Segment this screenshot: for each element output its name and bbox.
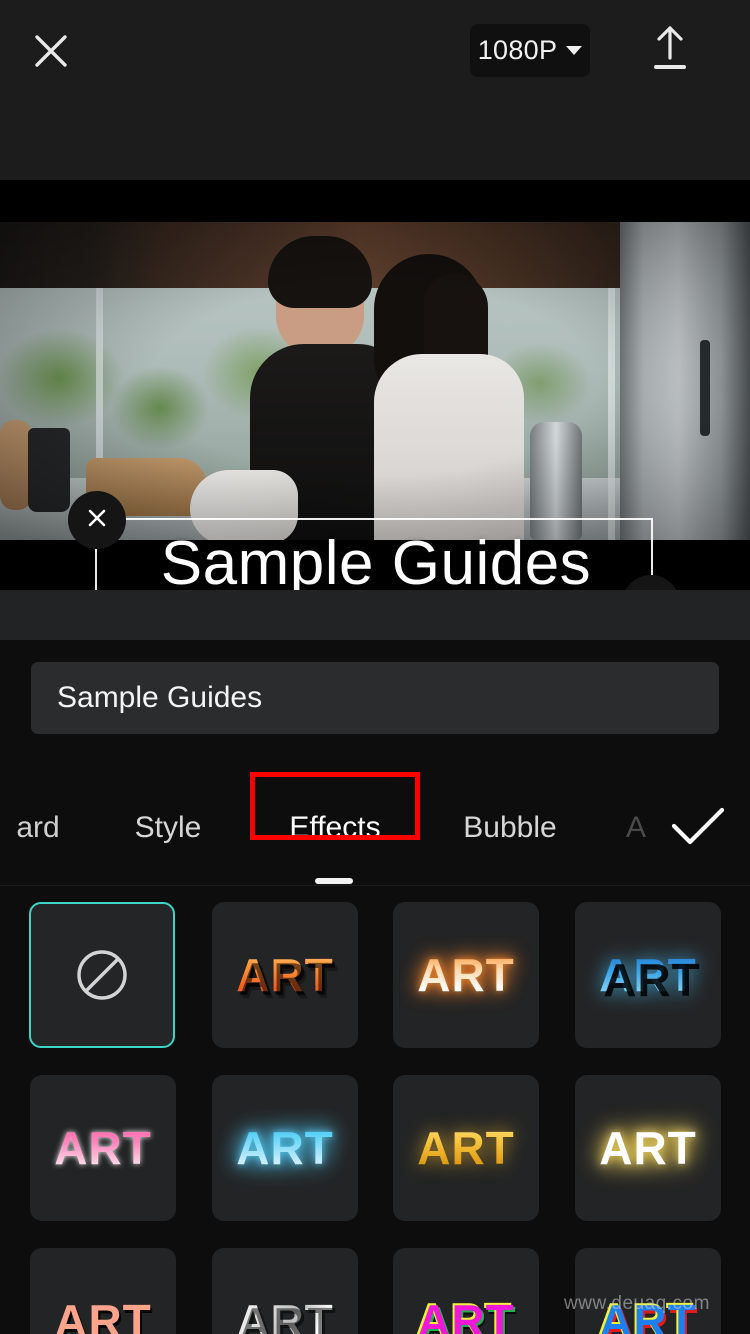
effect-preview-label: ART xyxy=(417,1122,515,1174)
effect-preview-label: ART xyxy=(417,1295,515,1334)
upload-icon xyxy=(646,22,694,79)
video-preview-stage[interactable]: Sample Guides xyxy=(0,180,750,590)
effect-cell-magenta-outline[interactable]: ART xyxy=(393,1248,539,1334)
confirm-button[interactable] xyxy=(664,803,732,855)
resolution-button[interactable]: 1080P xyxy=(470,24,590,77)
effect-cell-none[interactable] xyxy=(29,902,175,1048)
effect-cell-ice-blue-glow[interactable]: ART xyxy=(212,1075,358,1221)
effect-preview-label: ART xyxy=(599,1295,697,1334)
no-effect-icon xyxy=(73,946,131,1004)
chevron-down-icon xyxy=(566,46,583,55)
text-input-field[interactable]: Sample Guides xyxy=(31,662,719,734)
top-toolbar: 1080P xyxy=(0,0,750,180)
effect-cell-pink-gradient[interactable]: ART xyxy=(30,1075,176,1221)
tab-label: Style xyxy=(134,811,202,844)
overlay-text: Sample Guides xyxy=(160,529,592,590)
effect-preview-label: ART xyxy=(236,1122,334,1174)
text-editor-panel: Sample Guides ard Style Effects Bubble A xyxy=(0,640,750,1334)
effect-preview-label: ART xyxy=(599,1122,697,1174)
effect-cell-white-orange-glow[interactable]: ART xyxy=(393,902,539,1048)
tab-style[interactable]: Style xyxy=(104,788,232,868)
editor-tab-bar: ard Style Effects Bubble A xyxy=(0,788,750,868)
tab-bar-divider xyxy=(0,885,750,886)
tab-bubble[interactable]: Bubble xyxy=(440,788,580,868)
text-selection-box[interactable]: Sample Guides xyxy=(68,491,680,590)
close-icon xyxy=(84,505,110,536)
active-tab-indicator xyxy=(315,878,353,884)
effect-cell-blue-chromatic[interactable]: ART xyxy=(575,1248,721,1334)
text-input-value: Sample Guides xyxy=(57,681,263,714)
check-icon xyxy=(668,804,728,855)
tab-animation[interactable]: A xyxy=(615,788,657,868)
effect-cell-blue-gradient[interactable]: ART xyxy=(575,902,721,1048)
delete-text-handle[interactable] xyxy=(68,491,126,549)
tab-label: Effects xyxy=(289,811,381,844)
video-frame xyxy=(0,222,750,540)
tab-label: Bubble xyxy=(463,811,557,844)
tab-label: ard xyxy=(16,811,60,844)
effects-grid: ART ART ART ART ART ART ART ART ART ART … xyxy=(0,888,750,1334)
effect-preview-label: ART xyxy=(236,949,334,1001)
export-button[interactable] xyxy=(643,22,697,78)
effect-preview-label: ART xyxy=(236,1294,334,1334)
effect-preview-label: ART xyxy=(54,1295,152,1334)
tab-label: A xyxy=(625,811,646,844)
resolution-label: 1080P xyxy=(477,35,558,65)
close-icon xyxy=(29,29,73,73)
tab-keyboard[interactable]: ard xyxy=(0,788,94,868)
effect-preview-label: ART xyxy=(599,949,697,1001)
effect-cell-grunge-white[interactable]: ART xyxy=(212,1248,358,1334)
effect-cell-gold-glitter[interactable]: ART xyxy=(393,1075,539,1221)
effect-cell-orange-3d[interactable]: ART xyxy=(212,902,358,1048)
effect-cell-white-yellow-glow[interactable]: ART xyxy=(575,1075,721,1221)
scene-vignette xyxy=(0,222,750,540)
timeline-strip xyxy=(0,590,750,640)
effect-preview-label: ART xyxy=(54,1122,152,1174)
tab-effects[interactable]: Effects xyxy=(255,788,415,868)
effect-cell-salmon-rough[interactable]: ART xyxy=(30,1248,176,1334)
video-editor-screen: 1080P Sample Guides Sample Guides ard St… xyxy=(0,0,750,1334)
effect-preview-label: ART xyxy=(417,949,515,1001)
close-button[interactable] xyxy=(24,24,78,78)
